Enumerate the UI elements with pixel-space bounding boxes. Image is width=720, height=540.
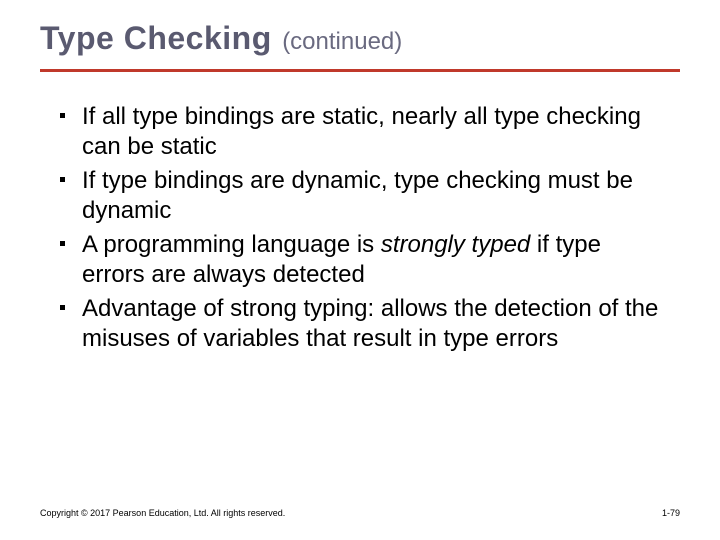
bullet-em: strongly typed [381, 231, 530, 258]
slide: Type Checking (continued) If all type bi… [0, 0, 720, 540]
list-item: Advantage of strong typing: allows the d… [60, 294, 670, 354]
title-area: Type Checking (continued) [0, 0, 720, 65]
list-item: If type bindings are dynamic, type check… [60, 166, 670, 226]
bullet-text: If type bindings are dynamic, type check… [82, 167, 633, 224]
slide-title: Type Checking [40, 20, 272, 56]
bullet-icon [60, 113, 65, 118]
bullet-text: If all type bindings are static, nearly … [82, 103, 641, 160]
copyright-text: Copyright © 2017 Pearson Education, Ltd.… [40, 508, 285, 518]
bullet-icon [60, 177, 65, 182]
bullet-icon [60, 305, 65, 310]
slide-subtitle: (continued) [282, 28, 402, 55]
bullet-text: Advantage of strong typing: allows the d… [82, 295, 658, 352]
list-item: A programming language is strongly typed… [60, 230, 670, 290]
page-number: 1-79 [662, 508, 680, 518]
bullet-text: A programming language is [82, 231, 381, 258]
list-item: If all type bindings are static, nearly … [60, 102, 670, 162]
footer: Copyright © 2017 Pearson Education, Ltd.… [40, 508, 680, 518]
body-text: If all type bindings are static, nearly … [0, 72, 720, 354]
bullet-icon [60, 241, 65, 246]
